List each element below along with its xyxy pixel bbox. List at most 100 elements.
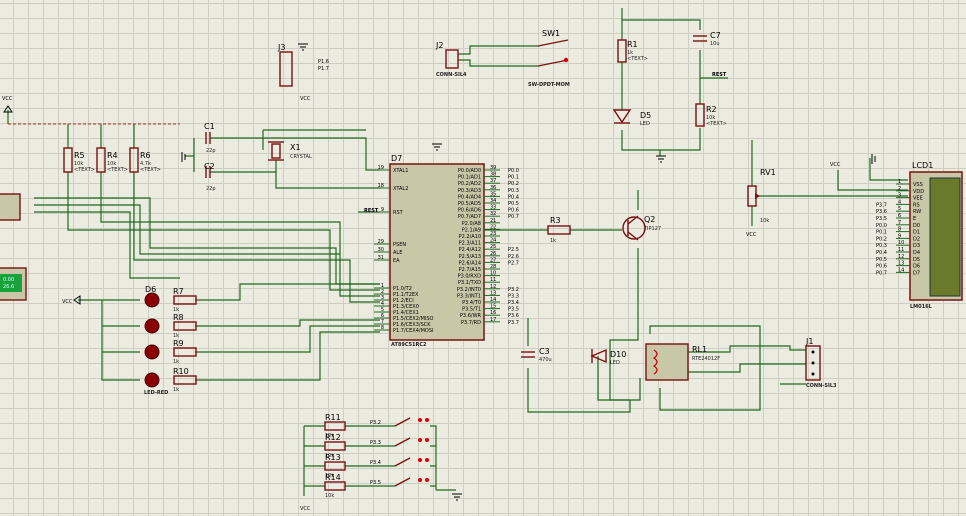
lcd-pin-number: 5: [898, 206, 901, 212]
svg-text:P3.4: P3.4: [370, 460, 381, 466]
mcu-net-label: P3.4: [508, 300, 519, 306]
switch-sw1: SW1 SW-DPDT-MOM: [528, 29, 570, 88]
svg-text:<TEXT>: <TEXT>: [74, 167, 95, 173]
svg-text:J1: J1: [805, 337, 813, 346]
lcd-pin-label: D0: [913, 223, 920, 229]
mcu-pin-label: P0.2/AD2: [458, 181, 481, 187]
svg-text:1k: 1k: [173, 359, 179, 365]
svg-text:VCC: VCC: [300, 506, 311, 512]
svg-text:J3: J3: [277, 43, 285, 52]
mcu-pin-label: P2.6/A14: [459, 260, 481, 266]
pushbutton-ladder: P3.2 P3.3 P3.4 P3.5: [370, 417, 429, 487]
mcu-pin-number: 17: [490, 317, 496, 323]
mcu-pin-number: 13: [490, 290, 496, 296]
svg-text:<TEXT>: <TEXT>: [140, 167, 161, 173]
crystal-x1: X1 CRYSTAL: [268, 141, 312, 161]
svg-text:C3: C3: [539, 347, 550, 356]
mcu-net-label: P0.6: [508, 208, 519, 214]
led-d7: [144, 318, 160, 334]
lcd-pin-label: VDD: [913, 189, 924, 195]
schematic-diagram[interactable]: D7 AT89C51RC2 XTAL119XTAL218RST9PSEN29AL…: [0, 0, 966, 516]
lcd-pin-label: D2: [913, 236, 920, 242]
svg-text:R13: R13: [325, 453, 341, 462]
resistor-r9: R9 1k: [173, 339, 197, 365]
mcu-pin-label: P0.3/AD3: [458, 188, 481, 194]
capacitor-c2: C2 22p: [204, 162, 216, 192]
svg-text:R5: R5: [74, 151, 85, 160]
connector-j1: J1 CONN-SIL3: [805, 337, 837, 389]
mcu-pin-number: 15: [490, 304, 496, 310]
mcu-pin-number: 11: [490, 277, 496, 283]
mcu-pin-number: 36: [490, 185, 496, 191]
mcu-pin-number: 28: [490, 264, 496, 270]
lcd-pin-number: 6: [898, 213, 901, 219]
lcd-net-label: P0.7: [876, 270, 887, 276]
schematic-canvas[interactable]: D7 AT89C51RC2 XTAL1 19 XTAL2 18 RST 9 PSEN 29 AL…: [0, 0, 966, 516]
mcu-pin-label: P0.6/AD6: [458, 208, 481, 214]
mcu-pin-number: 10: [490, 271, 496, 277]
svg-text:VCC: VCC: [62, 299, 73, 305]
mcu-pin-number: 26: [490, 251, 496, 257]
mcu-at89c51rc2[interactable]: D7 AT89C51RC2 XTAL1 19 XTAL2 18 RST 9 PSEN 29 AL…: [374, 154, 519, 348]
lcd-pin-number: 9: [898, 233, 901, 239]
svg-text:J2: J2: [435, 41, 443, 50]
mcu-pin-label: P3.1/TXD: [458, 280, 481, 286]
svg-text:TIP127: TIP127: [643, 226, 661, 232]
lcd-pin-label: D3: [913, 243, 920, 249]
svg-text:10k: 10k: [760, 218, 769, 224]
svg-text:C2: C2: [204, 162, 215, 171]
mcu-pin-label: P0.5/AD5: [458, 201, 481, 207]
mcu-net-label: P0.0: [508, 168, 519, 174]
svg-text:D6: D6: [145, 285, 156, 294]
resistor-r1: R1 1k <TEXT>: [617, 39, 648, 63]
svg-text:VCC: VCC: [830, 162, 841, 168]
svg-text:R11: R11: [325, 413, 341, 422]
svg-text:RTE24012F: RTE24012F: [692, 356, 720, 362]
mcu-net-label: P0.1: [508, 175, 519, 181]
resistor-r10: R10 1k: [173, 367, 197, 393]
lcd-pin-label: E: [913, 216, 916, 222]
mcu-net-label: P0.2: [508, 181, 519, 187]
svg-text:C1: C1: [204, 122, 215, 131]
mcu-net-label: P0.5: [508, 201, 519, 207]
mcu-pin-number: 8: [381, 325, 384, 331]
svg-text:VCC: VCC: [2, 96, 13, 102]
mcu-pin-number: 32: [490, 211, 496, 217]
svg-text:R8: R8: [173, 313, 184, 322]
mcu-pin-label: RST: [393, 210, 404, 216]
mcu-net-label: P3.3: [508, 293, 519, 299]
lcd-pin-label: VEE: [913, 196, 923, 202]
mcu-pin-label: XTAL2: [393, 186, 408, 192]
mcu-pin-number: 39: [490, 165, 496, 171]
mcu-pin-number: 24: [490, 238, 496, 244]
mcu-pin-label: ALE: [393, 250, 402, 256]
lcd-pin-label: VSS: [913, 182, 923, 188]
mcu-net-label: P2.7: [508, 260, 519, 266]
mcu-pin-label: P2.1/A9: [462, 227, 481, 233]
mcu-pin-number: 27: [490, 257, 496, 263]
svg-text:R3: R3: [550, 216, 561, 225]
svg-text:R1: R1: [627, 40, 638, 49]
mcu-pin-number: 18: [378, 183, 384, 189]
mcu-net-label: P3.2: [508, 287, 519, 293]
connector-j3: J3 P1.6 P1.7: [277, 43, 329, 87]
lcd-pin-number: 7: [898, 220, 901, 226]
svg-text:R7: R7: [173, 287, 184, 296]
svg-text:Q2: Q2: [644, 215, 655, 224]
mcu-net-label: P2.5: [508, 247, 519, 253]
mcu-pin-number: 33: [490, 205, 496, 211]
svg-text:X1: X1: [290, 143, 301, 152]
svg-text:D10: D10: [610, 350, 626, 359]
mcu-pin-label: P2.4/A12: [459, 247, 481, 253]
lcd-pin-label: D6: [913, 264, 920, 270]
lcd-lm016l[interactable]: LCD1 LM016L VSS 1 VDD 2 VEE 3 RS 4 P3.7 RW 5 P3.6 E 6…: [876, 161, 963, 310]
mcu-pin-label: PSEN: [393, 242, 406, 248]
svg-text:<TEXT>: <TEXT>: [706, 121, 727, 127]
lcd-net-label: P3.6: [876, 209, 887, 215]
lcd-pin-number: 3: [898, 193, 901, 199]
svg-text:VCC: VCC: [746, 232, 757, 238]
mcu-pin-number: 37: [490, 178, 496, 184]
mcu-ref: D7: [391, 154, 402, 163]
mcu-pin-number: 31: [378, 255, 384, 261]
svg-text:REST: REST: [364, 208, 379, 214]
